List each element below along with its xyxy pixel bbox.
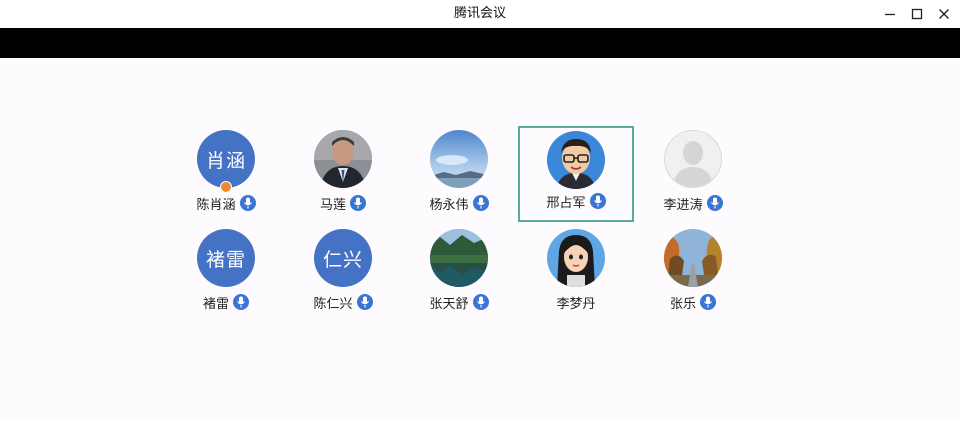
participant-tile[interactable]: 李梦丹	[518, 229, 634, 325]
participant-tile[interactable]: 马莲	[285, 130, 401, 226]
participant-grid: 肖涵 陈肖涵 马莲 杨永伟 邢占军 李进涛 褚雷 褚雷 仁兴 陈仁兴 张天舒 李…	[0, 0, 960, 421]
name-row: 李进涛	[635, 194, 751, 213]
name-row: 张天舒	[401, 293, 517, 312]
participant-tile-selected[interactable]: 邢占军	[518, 126, 634, 222]
host-badge-icon	[220, 181, 232, 193]
cartoon-man-avatar	[547, 131, 605, 189]
default-silhouette-avatar	[664, 130, 722, 188]
participant-name: 李进涛	[663, 197, 703, 213]
lake-landscape-avatar	[430, 229, 488, 287]
participant-tile[interactable]: 褚雷 褚雷	[168, 229, 284, 325]
mic-icon	[472, 294, 489, 310]
mic-icon	[233, 294, 249, 310]
participant-tile[interactable]: 肖涵 陈肖涵	[168, 130, 284, 226]
participant-name: 褚雷	[202, 296, 229, 312]
participant-name: 陈仁兴	[313, 296, 353, 312]
participant-name: 杨永伟	[429, 197, 469, 213]
participant-tile[interactable]: 张乐	[635, 229, 751, 325]
name-row: 褚雷	[168, 293, 284, 312]
participant-name: 李梦丹	[556, 296, 596, 312]
avatar-text: 褚雷	[205, 248, 246, 271]
man-portrait-avatar	[314, 130, 372, 188]
autumn-road-avatar	[664, 229, 722, 287]
participant-tile[interactable]: 李进涛	[635, 130, 751, 226]
participant-name: 陈肖涵	[196, 197, 236, 213]
avatar-text: 肖涵	[205, 149, 246, 172]
mic-icon	[356, 294, 373, 310]
participant-name: 张乐	[669, 296, 696, 312]
name-row: 李梦丹	[518, 293, 634, 312]
cartoon-woman-avatar	[547, 229, 605, 287]
participant-tile[interactable]: 杨永伟	[401, 130, 517, 226]
mic-icon	[700, 294, 716, 310]
avatar-text: 仁兴	[322, 248, 363, 271]
name-row: 张乐	[635, 293, 751, 312]
avatar: 仁兴	[314, 229, 372, 287]
name-row: 马莲	[285, 194, 401, 213]
mic-icon	[350, 195, 366, 211]
participant-name: 邢占军	[546, 195, 586, 211]
sky-landscape-avatar	[430, 130, 488, 188]
avatar: 褚雷	[197, 229, 255, 287]
name-row: 邢占军	[520, 192, 632, 211]
mic-icon	[239, 195, 256, 211]
mic-icon	[472, 195, 489, 211]
name-row: 杨永伟	[401, 194, 517, 213]
participant-name: 马莲	[319, 197, 346, 213]
mic-icon	[706, 195, 723, 211]
name-row: 陈肖涵	[168, 194, 284, 213]
participant-tile[interactable]: 仁兴 陈仁兴	[285, 229, 401, 325]
participant-tile[interactable]: 张天舒	[401, 229, 517, 325]
name-row: 陈仁兴	[285, 293, 401, 312]
participant-name: 张天舒	[429, 296, 469, 312]
avatar: 肖涵	[197, 130, 255, 188]
mic-icon	[589, 193, 606, 209]
